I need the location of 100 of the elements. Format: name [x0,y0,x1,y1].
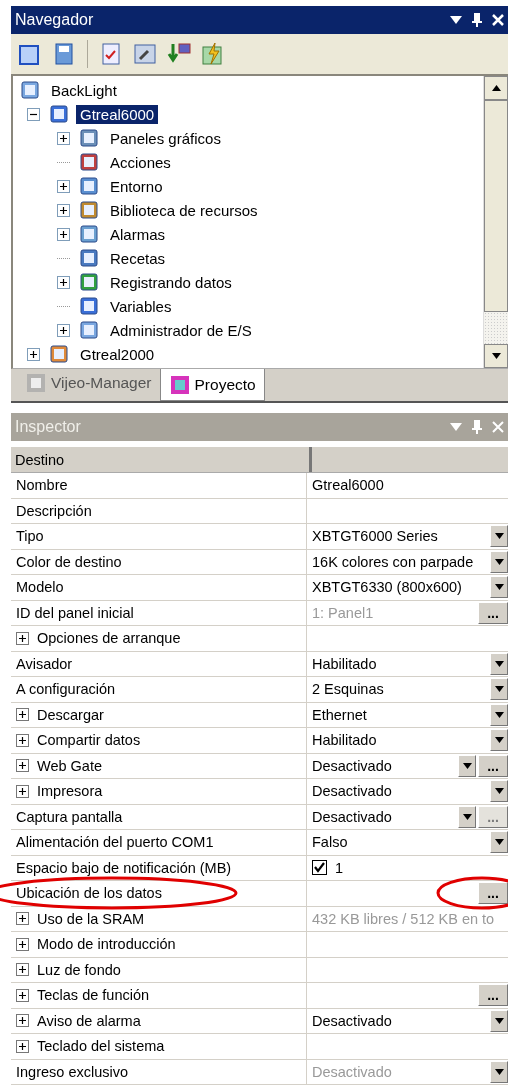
property-value: Falso [312,834,349,851]
dropdown-button[interactable] [490,1009,508,1032]
expand-toggle[interactable] [16,988,29,1002]
tree-item[interactable]: Biblioteca de recursos [106,200,262,220]
down-arrow-icon [494,788,504,795]
property-value: 1 [335,859,345,876]
tab-icon [25,372,47,394]
expand-toggle[interactable] [57,179,70,193]
column-header: Destino [11,447,312,472]
dropdown-button[interactable] [490,652,508,675]
expand-toggle[interactable] [57,227,70,241]
property-value: 432 KB libres / 512 KB en to [312,910,496,927]
pin-icon[interactable] [472,13,482,27]
tree-item[interactable]: Variables [106,296,176,316]
close-icon[interactable] [492,14,504,26]
property-label: ID del panel inicial [16,604,134,621]
tree-item-icon [78,199,100,221]
dropdown-button[interactable] [490,780,508,803]
expand-toggle[interactable] [16,1014,29,1028]
tree-item[interactable]: Gtreal2000 [76,344,159,364]
plus-icon [18,1016,27,1026]
collapse-toggle[interactable] [27,107,40,121]
checkbox[interactable] [312,860,327,876]
property-label: Compartir datos [37,732,141,749]
expand-toggle[interactable] [57,275,70,289]
tree-item[interactable]: Gtreal6000 [76,104,159,124]
property-value: Gtreal6000 [312,477,385,494]
plus-icon [18,735,27,745]
scroll-thumb[interactable] [484,100,508,312]
dropdown-button[interactable] [458,754,476,777]
property-label: Ubicación de los datos [16,885,162,902]
expand-toggle[interactable] [16,733,29,747]
tree-item-icon [78,247,100,269]
expand-toggle[interactable] [57,323,70,337]
property-label: Color de destino [16,553,122,570]
property-value: Desactivado [312,1063,393,1080]
expand-toggle[interactable] [16,963,29,977]
tree-item[interactable]: Registrando datos [106,272,236,292]
up-arrow-icon [491,85,501,91]
tree-item[interactable]: Administrador de E/S [106,320,256,340]
property-label: Modo de introducción [37,936,176,953]
ellipsis-button[interactable]: ... [478,984,508,1007]
property-label: A configuración [16,681,116,698]
expand-toggle[interactable] [16,1039,29,1053]
dropdown-button[interactable] [458,805,476,828]
tree-item[interactable]: Alarmas [106,224,169,244]
ellipsis-button[interactable]: ... [478,754,508,777]
property-value: XBTGT6330 (800x600) [312,579,463,596]
dropdown-button[interactable] [490,831,508,854]
tree-item[interactable]: Recetas [106,248,170,268]
panel-title: Inspector [15,418,82,436]
dropdown-button[interactable] [490,678,508,701]
tree-item[interactable]: Entorno [106,176,167,196]
plus-icon [59,229,68,239]
plus-icon [59,181,68,191]
property-label: Opciones de arranque [37,630,181,647]
dropdown-button[interactable] [490,729,508,752]
tree-item-icon [48,343,70,365]
plus-icon [59,277,68,287]
tree-item-icon [19,79,41,101]
property-value: Desactivado [312,783,393,800]
property-value: Habilitado [312,655,378,672]
expand-toggle[interactable] [16,784,29,798]
panel-tab[interactable]: Vijeo-Manager [17,369,160,397]
property-label: Impresora [37,783,103,800]
property-value: XBTGT6000 Series [312,528,439,545]
tree-item[interactable]: Paneles gráficos [106,128,225,148]
dropdown-button[interactable] [490,525,508,548]
property-label: Uso de la SRAM [37,910,145,927]
dropdown-icon[interactable] [450,16,462,24]
scrollbar[interactable] [483,76,508,368]
tab-icon [168,373,191,396]
dropdown-button[interactable] [490,576,508,599]
property-label: Ingreso exclusivo [16,1063,129,1080]
down-arrow-icon [462,762,472,769]
plus-icon [29,349,38,359]
plus-icon [59,205,68,215]
property-label: Modelo [16,579,64,596]
property-label: Espacio bajo de notificación (MB) [16,859,232,876]
ellipsis-button[interactable]: ... [478,882,508,905]
property-value: Desactivado [312,757,393,774]
tree-item[interactable]: Acciones [106,152,175,172]
property-label: Descargar [37,706,104,723]
down-arrow-icon [494,533,504,540]
dropdown-button[interactable] [490,1060,508,1083]
property-label: Alimentación del puerto COM1 [16,834,214,851]
dropdown-button[interactable] [490,703,508,726]
down-arrow-icon [494,711,504,718]
expand-toggle[interactable] [57,203,70,217]
plus-icon [18,786,27,796]
dropdown-button[interactable] [490,550,508,573]
expand-toggle[interactable] [16,708,29,722]
expand-toggle[interactable] [27,347,40,361]
tree-item[interactable]: BackLight [47,80,121,100]
expand-toggle[interactable] [16,759,29,773]
panel-tab[interactable]: Proyecto [159,369,265,401]
expand-toggle[interactable] [16,631,29,645]
expand-toggle[interactable] [16,937,29,951]
expand-toggle[interactable] [57,131,70,145]
down-arrow-icon [494,1017,504,1024]
